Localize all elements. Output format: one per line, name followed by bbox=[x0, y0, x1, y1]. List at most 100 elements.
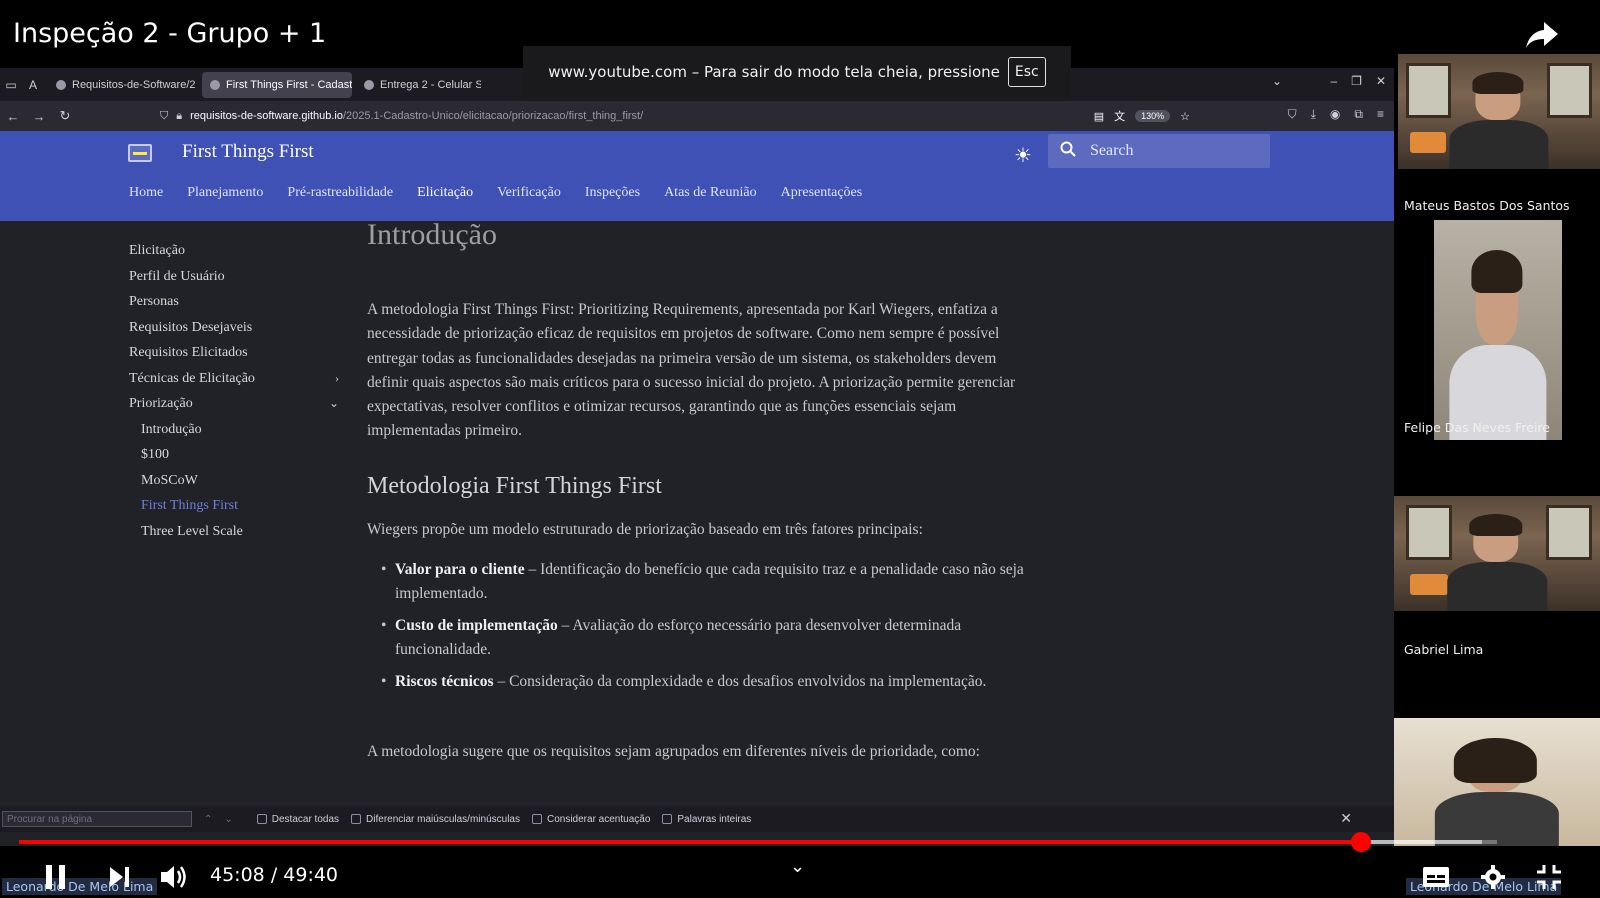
forward-icon[interactable]: → bbox=[26, 109, 52, 124]
search-input[interactable] bbox=[1090, 142, 1260, 160]
list-item-text: – Consideração da complexidade e dos des… bbox=[493, 673, 987, 690]
reader-mode-icon[interactable]: ▤ bbox=[1094, 110, 1104, 123]
theme-toggle-icon[interactable]: ☀ bbox=[1014, 143, 1032, 168]
sidebar: Elicitação Perfil de Usuário Personas Requi… bbox=[129, 238, 339, 544]
participant-name: Gabriel Lima bbox=[1404, 642, 1484, 657]
site-logo[interactable] bbox=[128, 144, 152, 162]
sidebar-item-label: Priorização bbox=[129, 396, 193, 411]
minimize-icon[interactable]: – bbox=[1330, 74, 1337, 88]
tab-label: First Things First - Cadast bbox=[226, 78, 352, 91]
sidebar-item[interactable]: Priorização ⌄ bbox=[129, 391, 339, 417]
find-option-label: Considerar acentuação bbox=[546, 813, 651, 825]
time-current: 45:08 bbox=[210, 864, 265, 886]
close-window-icon[interactable]: ✕ bbox=[1376, 74, 1386, 88]
find-option-checkbox[interactable]: Considerar acentuação bbox=[531, 813, 651, 825]
sidebar-item-label: Requisitos Elicitados bbox=[129, 345, 248, 360]
find-bar: ⌃⌄ Destacar todas Diferenciar maiúsculas/… bbox=[0, 806, 1394, 832]
sidebar-subitem[interactable]: Three Level Scale bbox=[129, 519, 339, 545]
checkbox-icon[interactable] bbox=[351, 814, 362, 824]
fullscreen-notice-text: www.youtube.com – Para sair do modo tela… bbox=[548, 63, 1000, 81]
volume-icon[interactable] bbox=[160, 864, 188, 890]
find-input[interactable] bbox=[2, 811, 192, 827]
shield-icon[interactable]: ⛉ bbox=[160, 110, 168, 123]
participant-video bbox=[1398, 54, 1600, 169]
site-nav: Home Planejamento Pré-rastreabilidade Elici… bbox=[129, 185, 862, 201]
pause-icon[interactable] bbox=[44, 864, 68, 890]
nav-link[interactable]: Home bbox=[129, 185, 163, 201]
sidebar-subitem[interactable]: $100 bbox=[129, 442, 339, 468]
nav-link[interactable]: Inspeções bbox=[585, 185, 640, 201]
checkbox-icon[interactable] bbox=[531, 814, 542, 824]
sidebar-subitem[interactable]: MoSCoW bbox=[129, 468, 339, 494]
sidebar-item[interactable]: Requisitos Desejaveis bbox=[129, 315, 339, 341]
sidebar-item[interactable]: Técnicas de Elicitação › bbox=[129, 366, 339, 392]
lock-icon[interactable]: 🔒︎ bbox=[176, 110, 182, 123]
sidebar-item[interactable]: Elicitação bbox=[129, 238, 339, 264]
bookmark-star-icon[interactable]: ☆ bbox=[1180, 110, 1190, 123]
chevron-right-icon[interactable]: › bbox=[335, 366, 339, 392]
participant-video bbox=[1394, 496, 1600, 611]
share-icon[interactable] bbox=[1524, 20, 1560, 50]
time-separator: / bbox=[270, 864, 278, 886]
participant-tile[interactable] bbox=[1394, 718, 1600, 846]
chevron-down-icon[interactable]: ⌄ bbox=[790, 856, 805, 877]
nav-link[interactable]: Elicitação bbox=[417, 185, 473, 201]
levels-paragraph: A metodologia sugere que os requisitos s… bbox=[367, 743, 980, 760]
translate-icon[interactable]: 文 bbox=[1114, 108, 1125, 124]
menu-icon[interactable]: ≡ bbox=[1377, 107, 1384, 122]
list-item: Custo de implementação – Avaliação do es… bbox=[381, 614, 1025, 662]
find-option-checkbox[interactable]: Destacar todas bbox=[256, 814, 339, 825]
exit-fullscreen-icon[interactable] bbox=[1536, 864, 1562, 890]
sidebar-item[interactable]: Perfil de Usuário bbox=[129, 264, 339, 290]
participant-tile[interactable]: Mateus Bastos Dos Santos bbox=[1394, 54, 1600, 220]
tab-favicon-icon bbox=[210, 79, 220, 90]
sidebar-item-label: Perfil de Usuário bbox=[129, 268, 225, 284]
back-icon[interactable]: ← bbox=[0, 109, 26, 124]
restore-icon[interactable]: ❐ bbox=[1351, 74, 1362, 88]
sidebar-item[interactable]: Personas bbox=[129, 289, 339, 315]
video-progress-bar[interactable] bbox=[19, 832, 1497, 852]
browser-tab[interactable]: Requisitos-de-Software/2✕ bbox=[48, 72, 198, 98]
extensions-icon[interactable]: ⧉ bbox=[1354, 107, 1363, 122]
pocket-icon[interactable]: ⛉ bbox=[1288, 107, 1297, 122]
url-field[interactable]: ⛉ 🔒︎ requisitos-de-software.github.io/20… bbox=[160, 105, 1190, 127]
settings-gear-icon[interactable] bbox=[1480, 864, 1506, 890]
search-box[interactable] bbox=[1048, 134, 1270, 168]
sidebar-subitem[interactable]: First Things First bbox=[129, 493, 339, 519]
esc-key: Esc bbox=[1007, 57, 1046, 87]
sidebar-item-label: Elicitação bbox=[129, 243, 185, 258]
tab-overview-icon[interactable]: ▭ bbox=[0, 74, 22, 96]
nav-link[interactable]: Planejamento bbox=[187, 185, 263, 201]
sidebar-item[interactable]: Requisitos Elicitados bbox=[129, 340, 339, 366]
next-icon[interactable] bbox=[108, 866, 130, 888]
time-total: 49:40 bbox=[283, 864, 339, 886]
download-icon[interactable]: ⤓ bbox=[1311, 107, 1316, 122]
browser-tab[interactable]: First Things First - Cadast✕ bbox=[202, 71, 352, 98]
nav-link[interactable]: Apresentações bbox=[781, 185, 863, 201]
zoom-badge[interactable]: 130% bbox=[1135, 110, 1171, 122]
subtitles-icon[interactable] bbox=[1422, 866, 1450, 888]
nav-link[interactable]: Atas de Reunião bbox=[664, 185, 757, 201]
list-all-tabs-icon[interactable]: ⌄ bbox=[1272, 74, 1282, 88]
tab-favicon-icon bbox=[364, 79, 374, 90]
find-option-checkbox[interactable]: Palavras inteiras bbox=[662, 814, 751, 825]
pinned-tab-icon[interactable]: A bbox=[22, 74, 44, 96]
nav-link[interactable]: Pré-rastreabilidade bbox=[287, 185, 393, 201]
participant-tile[interactable]: Felipe Das Neves Freire bbox=[1394, 220, 1600, 444]
find-arrows[interactable]: ⌃⌄ bbox=[204, 814, 245, 825]
fullscreen-notice: www.youtube.com – Para sair do modo tela… bbox=[523, 46, 1071, 98]
scrubber-handle[interactable] bbox=[1351, 832, 1372, 852]
sidebar-subitem[interactable]: Introdução bbox=[129, 417, 339, 443]
checkbox-icon[interactable] bbox=[662, 814, 673, 824]
reload-icon[interactable]: ↻ bbox=[52, 108, 78, 124]
browser-tab[interactable]: Entrega 2 - Celular Seg bbox=[356, 72, 481, 98]
nav-link[interactable]: Verificação bbox=[497, 185, 561, 201]
account-icon[interactable]: ◉ bbox=[1330, 107, 1340, 122]
participant-tile[interactable]: Gabriel Lima bbox=[1394, 496, 1600, 666]
tab-label: Entrega 2 - Celular Seg bbox=[380, 78, 481, 91]
checkbox-icon[interactable] bbox=[256, 814, 267, 824]
find-close-icon[interactable]: ✕ bbox=[1340, 810, 1352, 827]
find-option-checkbox[interactable]: Diferenciar maiúsculas/minúsculas bbox=[351, 814, 520, 825]
chevron-down-icon[interactable]: ⌄ bbox=[329, 391, 339, 417]
list-item-term: Custo de implementação bbox=[395, 617, 558, 634]
